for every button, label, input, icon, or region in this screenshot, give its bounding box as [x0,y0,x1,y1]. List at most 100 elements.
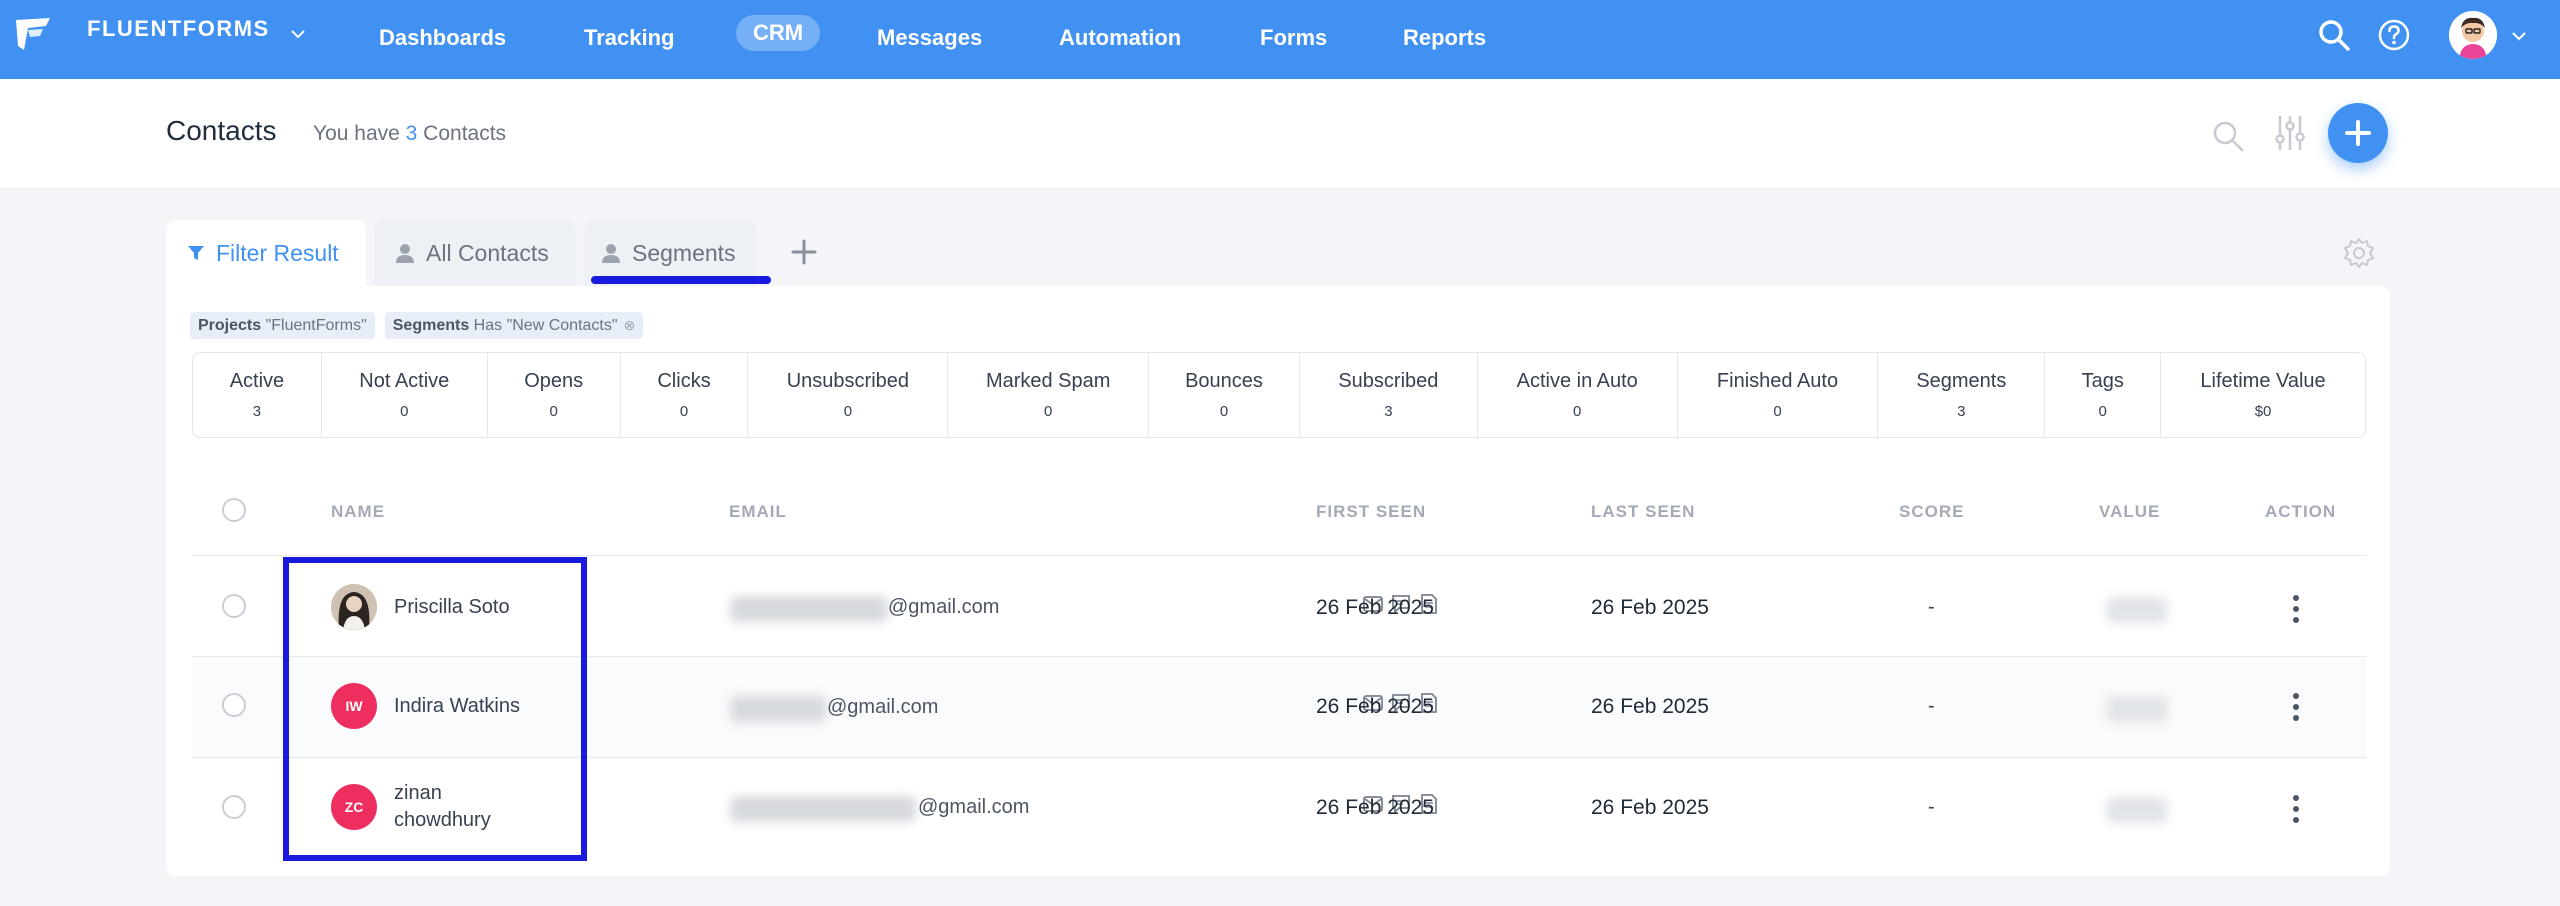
stat-label: Lifetime Value [2200,370,2326,392]
stat-active[interactable]: Active 3 [193,353,322,437]
stat-unsubscribed[interactable]: Unsubscribed 0 [748,353,949,437]
first-seen-date: 26 Feb 2025 [1316,695,1434,718]
email-username-redacted [730,796,916,822]
stat-value: 3 [252,403,262,420]
last-seen-date: 26 Feb 2025 [1591,695,1709,718]
logo-icon [16,18,50,50]
page-header: Contacts You have 3 Contacts [0,79,2560,189]
value-redacted [2106,797,2168,823]
stat-bounces[interactable]: Bounces 0 [1149,353,1300,437]
stat-value: 0 [549,403,558,420]
column-header-first-seen[interactable]: FIRST SEEN [1316,502,1426,522]
stat-value: 0 [1219,403,1229,420]
email-domain: @gmail.com [827,696,939,718]
column-header-score[interactable]: SCORE [1899,502,1964,522]
nav-forms[interactable]: Forms [1260,20,1327,56]
stat-label: Active in Auto [1516,370,1638,392]
stat-value: 0 [679,403,689,420]
stat-value: 3 [1384,403,1393,420]
user-avatar[interactable] [2449,11,2497,59]
column-header-last-seen[interactable]: LAST SEEN [1591,502,1695,522]
user-icon [602,244,620,263]
contacts-count-text: You have 3 Contacts [313,122,506,146]
tab-filter-result[interactable]: Filter Result [166,220,366,286]
stats-bar: Active 3 Not Active 0 Opens 0 Clicks 0 Unsub… [192,352,2366,438]
nav-tracking[interactable]: Tracking [584,20,674,56]
remove-filter-icon[interactable]: ⊗ [624,317,636,333]
brand-name: FLUENTFORMS [87,16,270,41]
tab-label: Segments [632,239,736,266]
nav-reports[interactable]: Reports [1403,20,1486,56]
stat-label: Active [229,370,285,392]
nav-messages[interactable]: Messages [877,20,982,56]
search-icon[interactable] [2316,17,2352,53]
stat-label: Finished Auto [1716,370,1839,392]
chip-key: Segments [392,317,470,334]
sliders-icon[interactable] [2273,113,2307,153]
stat-label: Subscribed [1338,370,1439,392]
tab-all-contacts[interactable]: All Contacts [374,220,576,286]
contact-score: - [1928,796,1935,818]
last-seen-date: 26 Feb 2025 [1591,796,1709,819]
search-icon[interactable] [2211,119,2245,153]
stat-value: 0 [2098,403,2107,420]
stat-tags[interactable]: Tags 0 [2045,353,2162,437]
filter-chip-segments[interactable]: Segments Has "New Contacts" ⊗ [384,312,644,339]
chip-value: Has "New Contacts" [473,317,618,334]
tab-label: All Contacts [426,239,549,266]
top-navbar: FLUENTFORMS Dashboards Tracking CRM Mess… [0,0,2560,79]
row-checkbox[interactable] [222,795,246,819]
column-header-value[interactable]: VALUE [2099,502,2160,522]
more-vertical-icon[interactable] [2288,792,2304,826]
filter-icon [188,246,204,260]
stat-value: 0 [400,403,409,420]
brand[interactable]: FLUENTFORMS [10,12,308,56]
stat-label: Tags [2081,370,2124,392]
stat-subscribed[interactable]: Subscribed 3 [1300,353,1478,437]
stat-active-in-auto[interactable]: Active in Auto 0 [1478,353,1678,437]
more-vertical-icon[interactable] [2288,690,2304,724]
plus-icon [2345,120,2371,146]
stat-value: $0 [2254,403,2272,420]
more-vertical-icon[interactable] [2288,592,2304,626]
segments-underline [591,276,771,284]
email-domain: @gmail.com [918,796,1030,818]
column-header-name[interactable]: NAME [331,502,385,522]
add-tab-icon[interactable] [786,234,822,270]
chip-value: "FluentForms" [265,317,367,334]
email-username-redacted [730,696,826,722]
stat-value: 0 [843,403,853,420]
contacts-count: 3 [405,122,418,145]
column-header-action: ACTION [2265,502,2337,521]
subtitle-suffix: Contacts [417,122,507,145]
stat-label: Segments [1916,370,2007,392]
subtitle-prefix: You have [313,122,406,145]
stat-label: Unsubscribed [786,370,910,392]
column-header-email[interactable]: EMAIL [729,502,787,522]
stat-clicks[interactable]: Clicks 0 [621,353,749,437]
row-checkbox[interactable] [222,594,246,618]
row-checkbox[interactable] [222,693,246,717]
nav-crm[interactable]: CRM [736,15,821,51]
select-all-checkbox[interactable] [222,498,246,522]
help-icon[interactable] [2376,17,2412,53]
add-contact-button[interactable] [2328,103,2388,163]
stat-label: Clicks [657,370,711,392]
chevron-down-icon[interactable] [288,24,308,44]
stat-marked-spam[interactable]: Marked Spam 0 [948,353,1150,437]
first-seen-date: 26 Feb 2025 [1316,596,1434,619]
gear-icon[interactable] [2342,236,2376,270]
nav-dashboards[interactable]: Dashboards [379,20,506,56]
filter-chip-projects[interactable]: Projects "FluentForms" [190,312,375,339]
stat-value: 0 [1573,403,1582,420]
first-seen-date: 26 Feb 2025 [1316,796,1434,819]
email-username-redacted [730,596,888,622]
nav-automation[interactable]: Automation [1059,20,1181,56]
stat-segments[interactable]: Segments 3 [1878,353,2046,437]
stat-finished-auto[interactable]: Finished Auto 0 [1678,353,1879,437]
stat-lifetime-value[interactable]: Lifetime Value $0 [2161,353,2365,437]
stat-opens[interactable]: Opens 0 [488,353,621,437]
avatar-image [2449,11,2497,59]
stat-not-active[interactable]: Not Active 0 [322,353,488,437]
chevron-down-icon[interactable] [2509,26,2529,46]
